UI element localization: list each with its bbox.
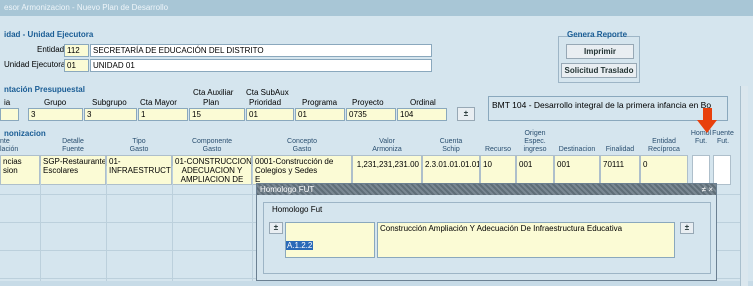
unit-code-field[interactable]: 01 — [64, 59, 89, 72]
ordinal-header: Ordinal — [410, 98, 436, 107]
bmt-description: BMT 104 - Desarrollo integral de la prim… — [488, 96, 728, 121]
col-header-fuente: nte lación — [0, 138, 19, 153]
dialog-expand-left-icon[interactable]: ± — [269, 222, 283, 234]
unit-label: Unidad Ejecutora — [4, 60, 66, 69]
row1-fuente[interactable]: ncias sion — [0, 155, 40, 185]
col-header-detalle: Detalle Fuente — [62, 138, 84, 153]
programa-field[interactable]: 01 — [295, 108, 345, 121]
grid-line — [252, 166, 253, 281]
cuenta-field[interactable] — [0, 108, 19, 121]
row1-destinacion[interactable]: 001 — [554, 155, 600, 185]
col-header-tipo: Tipo Gasto — [129, 138, 149, 153]
col-header-destinacion: Destinacion — [558, 146, 596, 153]
cta-subaux-header: Cta SubAux — [246, 88, 289, 97]
report-title: Genera Reporte — [567, 30, 628, 39]
prioridad-field[interactable]: 01 — [246, 108, 294, 121]
cta-aux-header: Cta Auxiliar — [193, 88, 234, 97]
proyecto-field[interactable]: 0735 — [346, 108, 396, 121]
fut-code-selected: A.1.2.2 — [286, 241, 314, 250]
dialog-close-icon[interactable]: ≠ × — [702, 185, 713, 194]
grid-line — [172, 166, 173, 281]
entity-name-field[interactable]: SECRETARÍA DE EDUCACIÓN DEL DISTRITO — [90, 44, 432, 57]
row1-fuente-fut[interactable] — [713, 155, 731, 185]
fut-code-field[interactable]: A.1.2.2 — [285, 222, 375, 258]
col-header-entidad: Entidad Recíproca — [648, 138, 680, 153]
proyecto-header: Proyecto — [352, 98, 384, 107]
dialog-expand-right-icon[interactable]: ± — [680, 222, 694, 234]
row1-recurso[interactable]: 10 — [480, 155, 516, 185]
window-title: esor Armonizacion - Nuevo Plan de Desarr… — [0, 0, 753, 16]
grid-section-title: nonizacion — [4, 129, 46, 138]
grupo-field[interactable]: 3 — [28, 108, 83, 121]
plan-header: Plan — [203, 98, 220, 107]
subgrupo-header: Subgrupo — [92, 98, 127, 107]
row1-homol-fut[interactable] — [692, 155, 710, 185]
col-header-valor: Valor Armoniza — [372, 138, 402, 153]
row1-concepto[interactable]: 0001-Construcción de Colegios y Sedes E — [252, 155, 352, 185]
entity-label: Entidad — [37, 45, 65, 54]
entity-section-title: idad - Unidad Ejecutora — [4, 30, 94, 39]
grid-line — [106, 166, 107, 281]
homologo-fut-dialog: Homologo FUT ≠ × Homologo Fut ± A.1.2.2 … — [256, 183, 717, 281]
grid-line — [40, 166, 41, 281]
dialog-title: Homologo FUT — [260, 185, 315, 194]
row1-detalle[interactable]: SGP-Restaurantes Escolares — [40, 155, 106, 185]
col-header-concepto: Concepto Gasto — [287, 138, 317, 153]
red-arrow-icon — [703, 108, 712, 120]
cta-mayor-header: Cta Mayor — [140, 98, 177, 107]
row1-componente[interactable]: 01-CONSTRUCCION, ADECUACION Y AMPLIACION… — [172, 155, 252, 185]
grupo-header: Grupo — [44, 98, 67, 107]
entity-code-field[interactable]: 112 — [64, 44, 89, 57]
cta-mayor-field[interactable]: 1 — [138, 108, 188, 121]
dialog-section-label: Homologo Fut — [269, 205, 326, 214]
row1-cuenta[interactable]: 2.3.01.01.01.01 — [422, 155, 480, 185]
transfer-request-button[interactable]: Solicitud Traslado — [561, 63, 637, 78]
prioridad-header: Prioridad — [249, 98, 282, 107]
row1-valor[interactable]: 1,231,231,231.00 — [352, 155, 422, 185]
unit-name-field[interactable]: UNIDAD 01 — [90, 59, 432, 72]
vertical-scrollbar[interactable] — [740, 86, 748, 286]
subgrupo-field[interactable]: 3 — [84, 108, 137, 121]
col-header-componente: Componente Gasto — [191, 138, 233, 153]
print-button[interactable]: Imprimir — [566, 44, 634, 59]
col-header-cuenta: Cuenta Schip — [439, 138, 463, 153]
col-header-recurso: Recurso — [484, 146, 512, 153]
row1-entidad[interactable]: 0 — [640, 155, 688, 185]
col-header-origen: Origen Espec. ingreso — [523, 130, 547, 153]
ordinal-field[interactable]: 104 — [397, 108, 447, 121]
row1-finalidad[interactable]: 70111 — [600, 155, 640, 185]
fut-description-field[interactable]: Construcción Ampliación Y Adecuación De … — [377, 222, 675, 258]
red-arrow-head-icon — [697, 120, 717, 133]
col-header-finalidad: Finalidad — [605, 146, 635, 153]
row1-origen[interactable]: 001 — [516, 155, 554, 185]
dialog-titlebar: Homologo FUT ≠ × — [257, 184, 716, 195]
plan-field[interactable]: 15 — [189, 108, 245, 121]
cuenta-header: ia — [4, 98, 11, 107]
expand-icon[interactable]: ± — [457, 107, 475, 121]
programa-header: Programa — [302, 98, 338, 107]
budget-section-title: ntación Presupuestal — [4, 85, 85, 94]
row1-tipo[interactable]: 01- INFRAESTRUCTURA — [106, 155, 172, 185]
